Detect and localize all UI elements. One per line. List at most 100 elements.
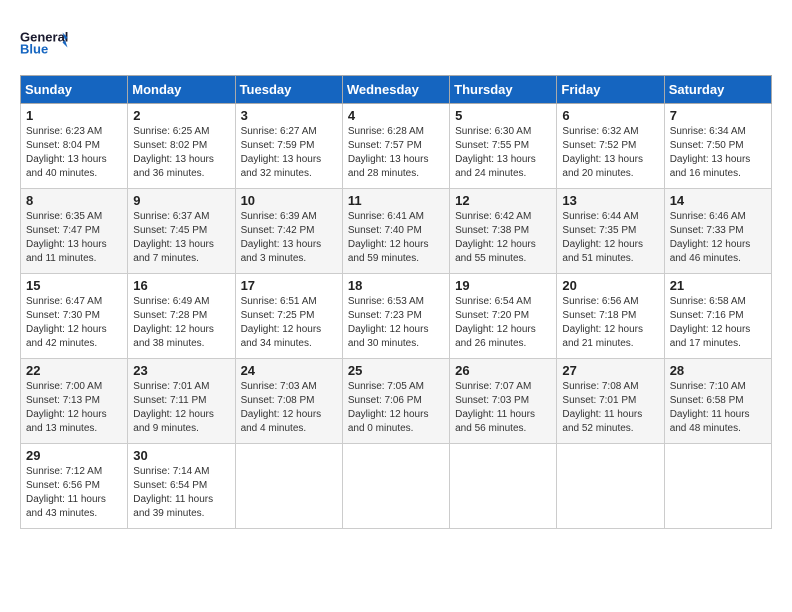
calendar-cell: 27 Sunrise: 7:08 AMSunset: 7:01 PMDaylig… <box>557 359 664 444</box>
day-number: 12 <box>455 193 551 208</box>
calendar-cell: 13 Sunrise: 6:44 AMSunset: 7:35 PMDaylig… <box>557 189 664 274</box>
calendar-cell: 29 Sunrise: 7:12 AMSunset: 6:56 PMDaylig… <box>21 444 128 529</box>
cell-details: Sunrise: 7:07 AMSunset: 7:03 PMDaylight:… <box>455 381 535 434</box>
day-number: 3 <box>241 108 337 123</box>
calendar-cell: 4 Sunrise: 6:28 AMSunset: 7:57 PMDayligh… <box>342 104 449 189</box>
cell-details: Sunrise: 6:58 AMSunset: 7:16 PMDaylight:… <box>670 296 751 349</box>
calendar-cell: 19 Sunrise: 6:54 AMSunset: 7:20 PMDaylig… <box>450 274 557 359</box>
calendar-cell: 16 Sunrise: 6:49 AMSunset: 7:28 PMDaylig… <box>128 274 235 359</box>
day-header-thursday: Thursday <box>450 76 557 104</box>
calendar-cell: 2 Sunrise: 6:25 AMSunset: 8:02 PMDayligh… <box>128 104 235 189</box>
svg-text:Blue: Blue <box>20 42 48 57</box>
cell-details: Sunrise: 7:10 AMSunset: 6:58 PMDaylight:… <box>670 381 750 434</box>
day-number: 11 <box>348 193 444 208</box>
day-number: 22 <box>26 363 122 378</box>
calendar-table: SundayMondayTuesdayWednesdayThursdayFrid… <box>20 75 772 529</box>
day-number: 20 <box>562 278 658 293</box>
week-row-4: 22 Sunrise: 7:00 AMSunset: 7:13 PMDaylig… <box>21 359 772 444</box>
day-header-tuesday: Tuesday <box>235 76 342 104</box>
cell-details: Sunrise: 6:25 AMSunset: 8:02 PMDaylight:… <box>133 126 214 179</box>
day-number: 26 <box>455 363 551 378</box>
calendar-cell <box>450 444 557 529</box>
cell-details: Sunrise: 6:47 AMSunset: 7:30 PMDaylight:… <box>26 296 107 349</box>
day-number: 14 <box>670 193 766 208</box>
cell-details: Sunrise: 6:27 AMSunset: 7:59 PMDaylight:… <box>241 126 322 179</box>
cell-details: Sunrise: 6:30 AMSunset: 7:55 PMDaylight:… <box>455 126 536 179</box>
day-number: 24 <box>241 363 337 378</box>
day-header-sunday: Sunday <box>21 76 128 104</box>
cell-details: Sunrise: 6:32 AMSunset: 7:52 PMDaylight:… <box>562 126 643 179</box>
cell-details: Sunrise: 7:12 AMSunset: 6:56 PMDaylight:… <box>26 466 106 519</box>
logo: General Blue <box>20 20 70 65</box>
cell-details: Sunrise: 6:51 AMSunset: 7:25 PMDaylight:… <box>241 296 322 349</box>
cell-details: Sunrise: 6:28 AMSunset: 7:57 PMDaylight:… <box>348 126 429 179</box>
cell-details: Sunrise: 6:44 AMSunset: 7:35 PMDaylight:… <box>562 211 643 264</box>
week-row-2: 8 Sunrise: 6:35 AMSunset: 7:47 PMDayligh… <box>21 189 772 274</box>
cell-details: Sunrise: 6:53 AMSunset: 7:23 PMDaylight:… <box>348 296 429 349</box>
calendar-cell: 23 Sunrise: 7:01 AMSunset: 7:11 PMDaylig… <box>128 359 235 444</box>
calendar-cell: 18 Sunrise: 6:53 AMSunset: 7:23 PMDaylig… <box>342 274 449 359</box>
day-header-wednesday: Wednesday <box>342 76 449 104</box>
week-row-1: 1 Sunrise: 6:23 AMSunset: 8:04 PMDayligh… <box>21 104 772 189</box>
calendar-cell: 15 Sunrise: 6:47 AMSunset: 7:30 PMDaylig… <box>21 274 128 359</box>
header: General Blue <box>20 20 772 65</box>
calendar-cell: 1 Sunrise: 6:23 AMSunset: 8:04 PMDayligh… <box>21 104 128 189</box>
calendar-cell: 22 Sunrise: 7:00 AMSunset: 7:13 PMDaylig… <box>21 359 128 444</box>
logo-svg: General Blue <box>20 20 70 65</box>
day-number: 27 <box>562 363 658 378</box>
day-number: 8 <box>26 193 122 208</box>
day-header-saturday: Saturday <box>664 76 771 104</box>
week-row-3: 15 Sunrise: 6:47 AMSunset: 7:30 PMDaylig… <box>21 274 772 359</box>
cell-details: Sunrise: 7:05 AMSunset: 7:06 PMDaylight:… <box>348 381 429 434</box>
calendar-cell: 21 Sunrise: 6:58 AMSunset: 7:16 PMDaylig… <box>664 274 771 359</box>
day-number: 4 <box>348 108 444 123</box>
day-number: 28 <box>670 363 766 378</box>
calendar-cell: 11 Sunrise: 6:41 AMSunset: 7:40 PMDaylig… <box>342 189 449 274</box>
day-number: 6 <box>562 108 658 123</box>
calendar-cell: 7 Sunrise: 6:34 AMSunset: 7:50 PMDayligh… <box>664 104 771 189</box>
calendar-cell: 20 Sunrise: 6:56 AMSunset: 7:18 PMDaylig… <box>557 274 664 359</box>
calendar-cell: 8 Sunrise: 6:35 AMSunset: 7:47 PMDayligh… <box>21 189 128 274</box>
calendar-cell: 17 Sunrise: 6:51 AMSunset: 7:25 PMDaylig… <box>235 274 342 359</box>
cell-details: Sunrise: 6:34 AMSunset: 7:50 PMDaylight:… <box>670 126 751 179</box>
day-number: 19 <box>455 278 551 293</box>
day-number: 23 <box>133 363 229 378</box>
calendar-cell: 10 Sunrise: 6:39 AMSunset: 7:42 PMDaylig… <box>235 189 342 274</box>
cell-details: Sunrise: 6:39 AMSunset: 7:42 PMDaylight:… <box>241 211 322 264</box>
cell-details: Sunrise: 6:35 AMSunset: 7:47 PMDaylight:… <box>26 211 107 264</box>
calendar-cell: 14 Sunrise: 6:46 AMSunset: 7:33 PMDaylig… <box>664 189 771 274</box>
cell-details: Sunrise: 6:49 AMSunset: 7:28 PMDaylight:… <box>133 296 214 349</box>
calendar-cell: 6 Sunrise: 6:32 AMSunset: 7:52 PMDayligh… <box>557 104 664 189</box>
day-number: 13 <box>562 193 658 208</box>
day-number: 30 <box>133 448 229 463</box>
cell-details: Sunrise: 6:37 AMSunset: 7:45 PMDaylight:… <box>133 211 214 264</box>
cell-details: Sunrise: 6:54 AMSunset: 7:20 PMDaylight:… <box>455 296 536 349</box>
cell-details: Sunrise: 6:41 AMSunset: 7:40 PMDaylight:… <box>348 211 429 264</box>
day-number: 10 <box>241 193 337 208</box>
day-number: 9 <box>133 193 229 208</box>
day-number: 17 <box>241 278 337 293</box>
week-row-5: 29 Sunrise: 7:12 AMSunset: 6:56 PMDaylig… <box>21 444 772 529</box>
calendar-cell: 25 Sunrise: 7:05 AMSunset: 7:06 PMDaylig… <box>342 359 449 444</box>
cell-details: Sunrise: 7:01 AMSunset: 7:11 PMDaylight:… <box>133 381 214 434</box>
day-number: 1 <box>26 108 122 123</box>
day-number: 16 <box>133 278 229 293</box>
calendar-cell: 26 Sunrise: 7:07 AMSunset: 7:03 PMDaylig… <box>450 359 557 444</box>
cell-details: Sunrise: 6:46 AMSunset: 7:33 PMDaylight:… <box>670 211 751 264</box>
day-header-monday: Monday <box>128 76 235 104</box>
cell-details: Sunrise: 6:56 AMSunset: 7:18 PMDaylight:… <box>562 296 643 349</box>
day-number: 29 <box>26 448 122 463</box>
calendar-cell: 28 Sunrise: 7:10 AMSunset: 6:58 PMDaylig… <box>664 359 771 444</box>
cell-details: Sunrise: 7:00 AMSunset: 7:13 PMDaylight:… <box>26 381 107 434</box>
calendar-cell <box>664 444 771 529</box>
day-header-friday: Friday <box>557 76 664 104</box>
calendar-cell: 3 Sunrise: 6:27 AMSunset: 7:59 PMDayligh… <box>235 104 342 189</box>
day-number: 25 <box>348 363 444 378</box>
calendar-cell: 12 Sunrise: 6:42 AMSunset: 7:38 PMDaylig… <box>450 189 557 274</box>
day-number: 5 <box>455 108 551 123</box>
calendar-cell <box>557 444 664 529</box>
days-header-row: SundayMondayTuesdayWednesdayThursdayFrid… <box>21 76 772 104</box>
day-number: 15 <box>26 278 122 293</box>
calendar-cell: 5 Sunrise: 6:30 AMSunset: 7:55 PMDayligh… <box>450 104 557 189</box>
cell-details: Sunrise: 7:03 AMSunset: 7:08 PMDaylight:… <box>241 381 322 434</box>
